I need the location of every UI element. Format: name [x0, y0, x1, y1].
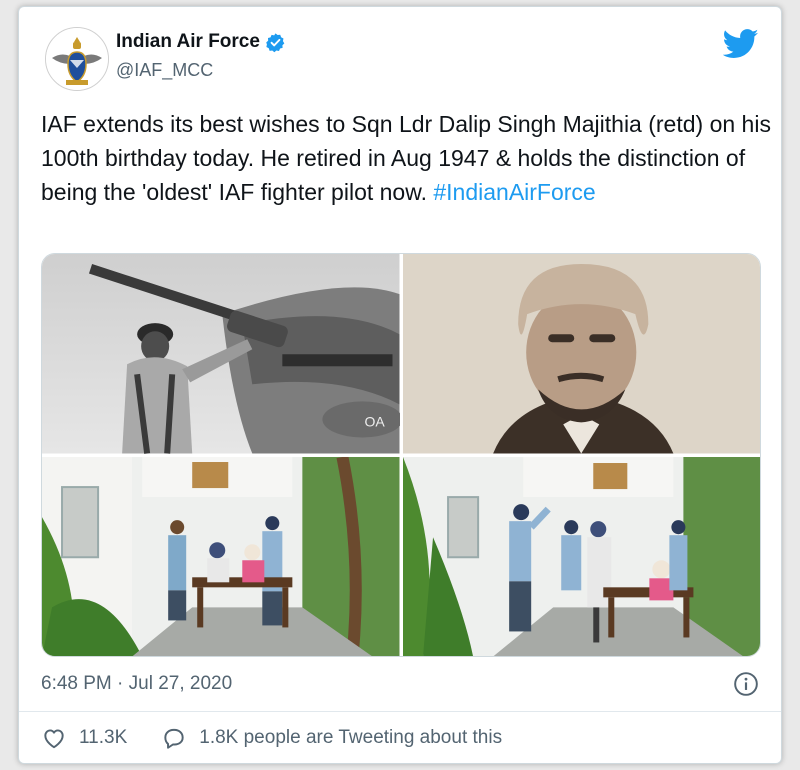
comment-icon: [164, 728, 184, 749]
tweet-timestamp[interactable]: 6:48 PM · Jul 27, 2020: [41, 673, 232, 695]
photo-overlay-text: OA: [364, 413, 385, 429]
info-icon[interactable]: [733, 671, 759, 697]
account-name-row: Indian Air Force: [116, 31, 286, 53]
twitter-bird-icon[interactable]: [723, 29, 759, 59]
photo-ceremony-right[interactable]: [402, 456, 760, 656]
photo-pilot-aircraft[interactable]: OA: [42, 254, 400, 454]
media-grid: OA: [41, 253, 761, 657]
tweeting-action[interactable]: 1.8K people are Tweeting about this: [161, 725, 502, 751]
photo-ceremony-left[interactable]: [42, 456, 400, 656]
photo-portrait[interactable]: [402, 254, 760, 454]
like-count: 11.3K: [79, 727, 128, 748]
account-handle[interactable]: @IAF_MCC: [116, 60, 213, 81]
tweet-body: IAF extends its best wishes to Sqn Ldr D…: [41, 111, 771, 205]
hashtag-link[interactable]: #IndianAirForce: [433, 179, 595, 205]
tweet-card: Indian Air Force @IAF_MCC IAF extends it…: [18, 6, 782, 764]
tweet-actions: 11.3K 1.8K people are Tweeting about thi…: [41, 725, 536, 751]
verified-badge-icon: [266, 32, 285, 52]
iaf-emblem-icon[interactable]: [45, 27, 109, 91]
like-action[interactable]: 11.3K: [41, 725, 127, 751]
account-name[interactable]: Indian Air Force: [116, 31, 260, 53]
tweet-text: IAF extends its best wishes to Sqn Ldr D…: [41, 107, 771, 209]
heart-icon: [44, 729, 64, 749]
tweeting-count: 1.8K people are Tweeting about this: [199, 727, 503, 748]
divider: [19, 711, 781, 712]
